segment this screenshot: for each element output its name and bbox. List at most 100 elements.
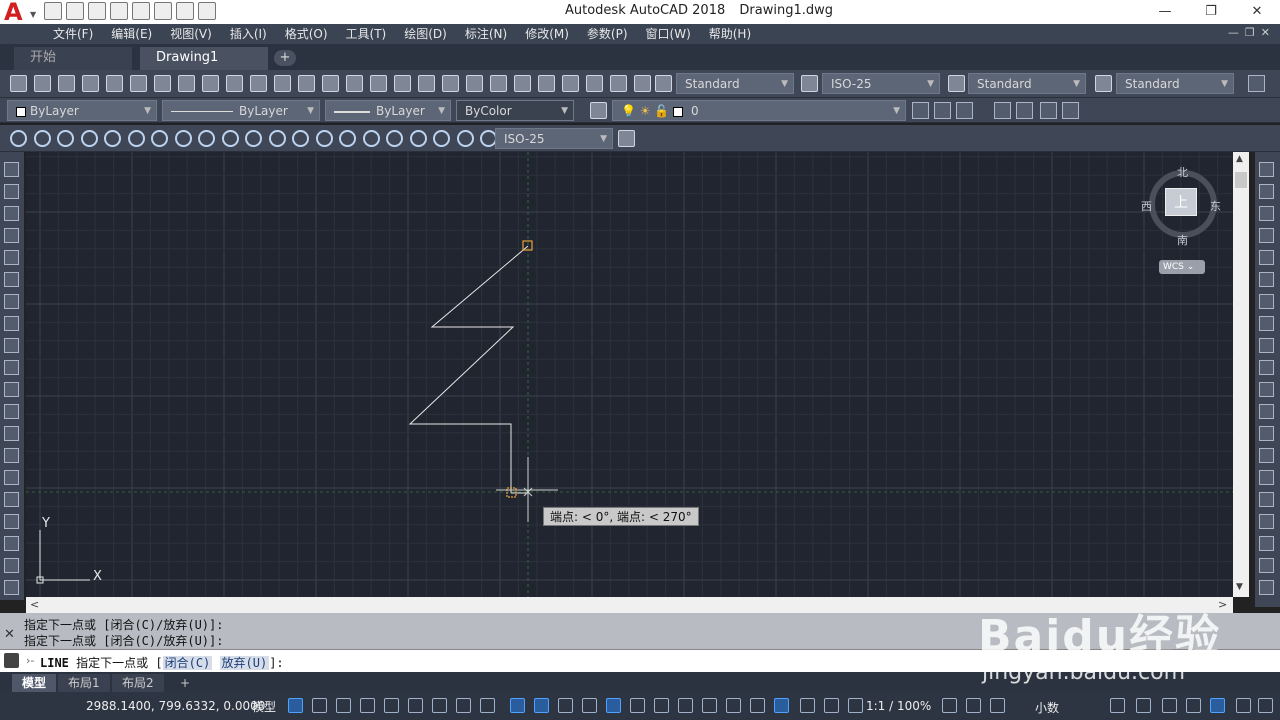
draw-tool-3-icon[interactable] [4,228,19,243]
status-toggle-20-icon[interactable] [774,698,789,713]
viewcube[interactable]: 上 北 南 东 西 [1141,162,1225,248]
layer-tool-1-icon[interactable] [934,102,951,119]
menu-item-4[interactable]: 格式(O) [276,25,337,43]
modify-tool-13-icon[interactable] [1259,448,1274,463]
text-style-icon[interactable] [655,75,672,92]
option-close[interactable]: 闭合(C) [162,656,213,670]
menu-item-6[interactable]: 绘图(D) [395,25,456,43]
status-toggle-1-icon[interactable] [312,698,327,713]
table-style-select[interactable]: Standard ▼ [968,73,1086,94]
standard-tool-20-icon[interactable] [490,75,507,92]
status-toggle-9-icon[interactable] [510,698,525,713]
scroll-left-icon[interactable]: < [30,598,39,611]
draw-tool-13-icon[interactable] [4,448,19,463]
standard-tool-12-icon[interactable] [298,75,315,92]
modify-tool-19-icon[interactable] [1259,580,1274,595]
command-prompt[interactable]: LINE 指定下一点或 [闭合(C) 放弃(U)]: [40,654,284,671]
status-toggle-31-icon[interactable] [1210,698,1225,713]
standard-tool-21-icon[interactable] [514,75,531,92]
modify-tool-18-icon[interactable] [1259,558,1274,573]
close-button[interactable]: ✕ [1234,0,1280,24]
draw-tool-15-icon[interactable] [4,492,19,507]
menu-item-8[interactable]: 修改(M) [516,25,578,43]
modify-tool-0-icon[interactable] [1259,162,1274,177]
draw-tool-17-icon[interactable] [4,536,19,551]
scroll-up-icon[interactable]: ▲ [1236,154,1243,164]
wrench-icon[interactable] [4,653,19,668]
wcs-menu[interactable]: WCS ⌄ [1159,260,1205,274]
standard-tool-18-icon[interactable] [442,75,459,92]
modify-tool-5-icon[interactable] [1259,272,1274,287]
draw-tool-2-icon[interactable] [4,206,19,221]
compass-north[interactable]: 北 [1177,164,1188,180]
draw-tool-10-icon[interactable] [4,382,19,397]
draw-tool-0-icon[interactable] [4,162,19,177]
status-toggle-11-icon[interactable] [558,698,573,713]
scroll-down-icon[interactable]: ▼ [1236,582,1243,592]
draw-tool-11-icon[interactable] [4,404,19,419]
draw-tool-8-icon[interactable] [4,338,19,353]
status-toggle-7-icon[interactable] [456,698,471,713]
layer-tool-6-icon[interactable] [1062,102,1079,119]
draw-tool-1-icon[interactable] [4,184,19,199]
standard-tool-22-icon[interactable] [538,75,555,92]
vertical-scrollbar[interactable]: ▲ ▼ [1233,152,1249,597]
multileader-style-icon[interactable] [1095,75,1112,92]
layer-tool-2-icon[interactable] [956,102,973,119]
status-toggle-6-icon[interactable] [432,698,447,713]
modify-tool-14-icon[interactable] [1259,470,1274,485]
status-toggle-32-icon[interactable] [1236,698,1251,713]
standard-tool-6-icon[interactable] [154,75,171,92]
tab-start[interactable]: 开始 [14,47,132,70]
status-toggle-23-icon[interactable] [848,698,863,713]
minimize-button[interactable]: — [1142,0,1188,24]
compass-east[interactable]: 东 [1210,198,1221,214]
dimension-tool-7-icon[interactable] [175,130,192,147]
dimension-tool-15-icon[interactable] [363,130,380,147]
standard-tool-4-icon[interactable] [106,75,123,92]
status-toggle-24-icon[interactable] [942,698,957,713]
multileader-style-select[interactable]: Standard ▼ [1116,73,1234,94]
modify-tool-15-icon[interactable] [1259,492,1274,507]
standard-tool-2-icon[interactable] [58,75,75,92]
dimension-tool-5-icon[interactable] [128,130,145,147]
draw-tool-9-icon[interactable] [4,360,19,375]
compass-south[interactable]: 南 [1177,232,1188,248]
standard-tool-9-icon[interactable] [226,75,243,92]
application-menu-button[interactable]: A ▼ [0,0,40,26]
draw-tool-14-icon[interactable] [4,470,19,485]
doc-close-button[interactable]: ✕ [1261,26,1270,39]
standard-tool-13-icon[interactable] [322,75,339,92]
draw-tool-16-icon[interactable] [4,514,19,529]
status-toggle-19-icon[interactable] [750,698,765,713]
dimension-tool-6-icon[interactable] [151,130,168,147]
tab-model[interactable]: 模型 [12,674,57,692]
dimension-tool-11-icon[interactable] [269,130,286,147]
modify-tool-1-icon[interactable] [1259,184,1274,199]
text-style-select[interactable]: Standard ▼ [676,73,794,94]
annotation-scale[interactable]: 1:1 / 100% [866,699,931,713]
close-command-icon[interactable]: ✕ [4,627,15,642]
option-undo[interactable]: 放弃(U) [219,656,270,670]
dim-style-icon[interactable] [801,75,818,92]
modify-tool-2-icon[interactable] [1259,206,1274,221]
dimension-tool-12-icon[interactable] [292,130,309,147]
menu-item-0[interactable]: 文件(F) [44,25,102,43]
standard-tool-15-icon[interactable] [370,75,387,92]
customize-qat-icon[interactable] [198,2,216,20]
status-toggle-17-icon[interactable] [702,698,717,713]
dimension-tool-17-icon[interactable] [410,130,427,147]
dim-style-manager-icon[interactable] [618,130,635,147]
modify-tool-10-icon[interactable] [1259,382,1274,397]
status-toggle-4-icon[interactable] [384,698,399,713]
status-toggle-30-icon[interactable] [1186,698,1201,713]
modify-tool-17-icon[interactable] [1259,536,1274,551]
draw-tool-6-icon[interactable] [4,294,19,309]
dimension-tool-2-icon[interactable] [57,130,74,147]
menu-item-5[interactable]: 工具(T) [337,25,396,43]
dimension-tool-0-icon[interactable] [10,130,27,147]
draw-tool-18-icon[interactable] [4,558,19,573]
menu-item-3[interactable]: 插入(I) [221,25,276,43]
dimension-tool-13-icon[interactable] [316,130,333,147]
status-toggle-14-icon[interactable] [630,698,645,713]
